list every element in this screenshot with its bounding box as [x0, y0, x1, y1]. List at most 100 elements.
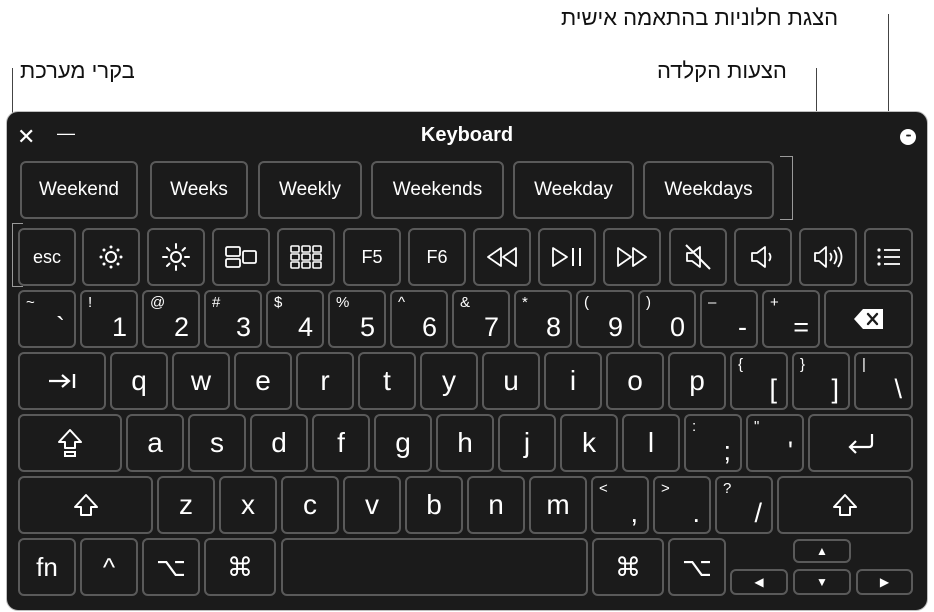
right-command-key[interactable]: ⌘ [592, 538, 664, 596]
suggestion-weekends[interactable]: Weekends [371, 161, 504, 219]
key-h[interactable]: h [436, 414, 494, 472]
key-shift-symbol: + [770, 294, 779, 311]
key-j[interactable]: j [498, 414, 556, 472]
volume-up-key[interactable] [799, 228, 857, 286]
rewind-key[interactable] [473, 228, 531, 286]
key-4[interactable]: $4 [266, 290, 324, 348]
key-main-char: , [630, 498, 638, 528]
key-8[interactable]: * 8 [514, 290, 572, 348]
caps-lock-key[interactable] [18, 414, 122, 472]
key-left-bracket[interactable]: {[ [730, 352, 788, 410]
key-shift-symbol: | [862, 356, 866, 373]
key-w[interactable]: w [172, 352, 230, 410]
key-d[interactable]: d [250, 414, 308, 472]
key-shift-symbol: ( [584, 294, 589, 311]
space-bar[interactable] [281, 538, 588, 596]
custom-panels-key[interactable] [864, 228, 913, 286]
delete-key[interactable] [824, 290, 913, 348]
arrow-right-key[interactable]: ▶ [856, 569, 913, 595]
f5-key[interactable]: F5 [343, 228, 401, 286]
key-r[interactable]: r [296, 352, 354, 410]
esc-key[interactable]: esc [18, 228, 76, 286]
more-options-button[interactable]: ••• [900, 129, 916, 145]
key-backslash[interactable]: | \ [854, 352, 913, 410]
key-shift-symbol: " [754, 418, 760, 435]
tab-icon [49, 374, 76, 388]
key-slash[interactable]: ? / [715, 476, 773, 534]
right-option-key[interactable]: ⌥ [668, 538, 726, 596]
key-l[interactable]: l [622, 414, 680, 472]
key-0[interactable]: ) 0 [638, 290, 696, 348]
launchpad-key[interactable] [277, 228, 335, 286]
fast-forward-key[interactable] [603, 228, 661, 286]
play-pause-key[interactable] [538, 228, 596, 286]
brightness-down-key[interactable] [82, 228, 140, 286]
key-backtick[interactable]: ~ ` [18, 290, 76, 348]
key-equals[interactable]: + = [762, 290, 820, 348]
suggestion-weeks[interactable]: Weeks [150, 161, 248, 219]
key-quote[interactable]: " ' [746, 414, 804, 472]
key-right-bracket[interactable]: }] [792, 352, 850, 410]
key-v[interactable]: v [343, 476, 401, 534]
key-1[interactable]: ! 1 [80, 290, 138, 348]
launchpad-icon [290, 245, 322, 269]
key-b[interactable]: b [405, 476, 463, 534]
key-7[interactable]: & 7 [452, 290, 510, 348]
suggestion-weekly[interactable]: Weekly [258, 161, 362, 219]
key-main-char: 3 [235, 312, 251, 342]
key-o[interactable]: o [606, 352, 664, 410]
key-c[interactable]: c [281, 476, 339, 534]
left-option-key[interactable]: ⌥ [142, 538, 200, 596]
suggestion-weekend[interactable]: Weekend [20, 161, 138, 219]
key-i[interactable]: i [544, 352, 602, 410]
mute-key[interactable] [669, 228, 727, 286]
key-s[interactable]: s [188, 414, 246, 472]
volume-low-icon [751, 246, 772, 268]
key-t[interactable]: t [358, 352, 416, 410]
key-5[interactable]: % 5 [328, 290, 386, 348]
mission-control-key[interactable] [212, 228, 270, 286]
volume-down-key[interactable] [734, 228, 792, 286]
key-n[interactable]: n [467, 476, 525, 534]
key-m[interactable]: m [529, 476, 587, 534]
key-x[interactable]: x [219, 476, 277, 534]
arrow-left-key[interactable]: ◀ [730, 569, 788, 595]
key-e[interactable]: e [234, 352, 292, 410]
key-z[interactable]: z [157, 476, 215, 534]
key-k[interactable]: k [560, 414, 618, 472]
fn-key[interactable]: fn [18, 538, 76, 596]
key-comma[interactable]: <, [591, 476, 649, 534]
key-semicolon[interactable]: :; [684, 414, 742, 472]
key-shift-symbol: > [661, 480, 670, 497]
shift-icon [73, 494, 98, 516]
fast-forward-icon [617, 247, 647, 267]
arrow-up-key[interactable]: ▲ [793, 539, 851, 563]
key-q[interactable]: q [110, 352, 168, 410]
key-g[interactable]: g [374, 414, 432, 472]
control-key[interactable]: ^ [80, 538, 138, 596]
brightness-up-key[interactable] [147, 228, 205, 286]
key-3[interactable]: #3 [204, 290, 262, 348]
return-key[interactable] [808, 414, 913, 472]
suggestion-weekday[interactable]: Weekday [513, 161, 634, 219]
key-shift-symbol: % [336, 294, 350, 311]
f6-key[interactable]: F6 [408, 228, 466, 286]
key-shift-symbol: * [522, 294, 528, 311]
key-a[interactable]: a [126, 414, 184, 472]
tab-key[interactable] [18, 352, 106, 410]
key-u[interactable]: u [482, 352, 540, 410]
key-period[interactable]: >. [653, 476, 711, 534]
key-9[interactable]: (9 [576, 290, 634, 348]
left-command-key[interactable]: ⌘ [204, 538, 276, 596]
key-f[interactable]: f [312, 414, 370, 472]
left-shift-key[interactable] [18, 476, 153, 534]
key-6[interactable]: ^ 6 [390, 290, 448, 348]
arrow-down-key[interactable]: ▼ [793, 569, 851, 595]
key-y[interactable]: y [420, 352, 478, 410]
key-p[interactable]: p [668, 352, 726, 410]
right-shift-key[interactable] [777, 476, 913, 534]
key-2[interactable]: @2 [142, 290, 200, 348]
suggestion-weekdays[interactable]: Weekdays [643, 161, 774, 219]
key-shift-symbol: ! [88, 294, 93, 311]
key-minus[interactable]: – - [700, 290, 758, 348]
